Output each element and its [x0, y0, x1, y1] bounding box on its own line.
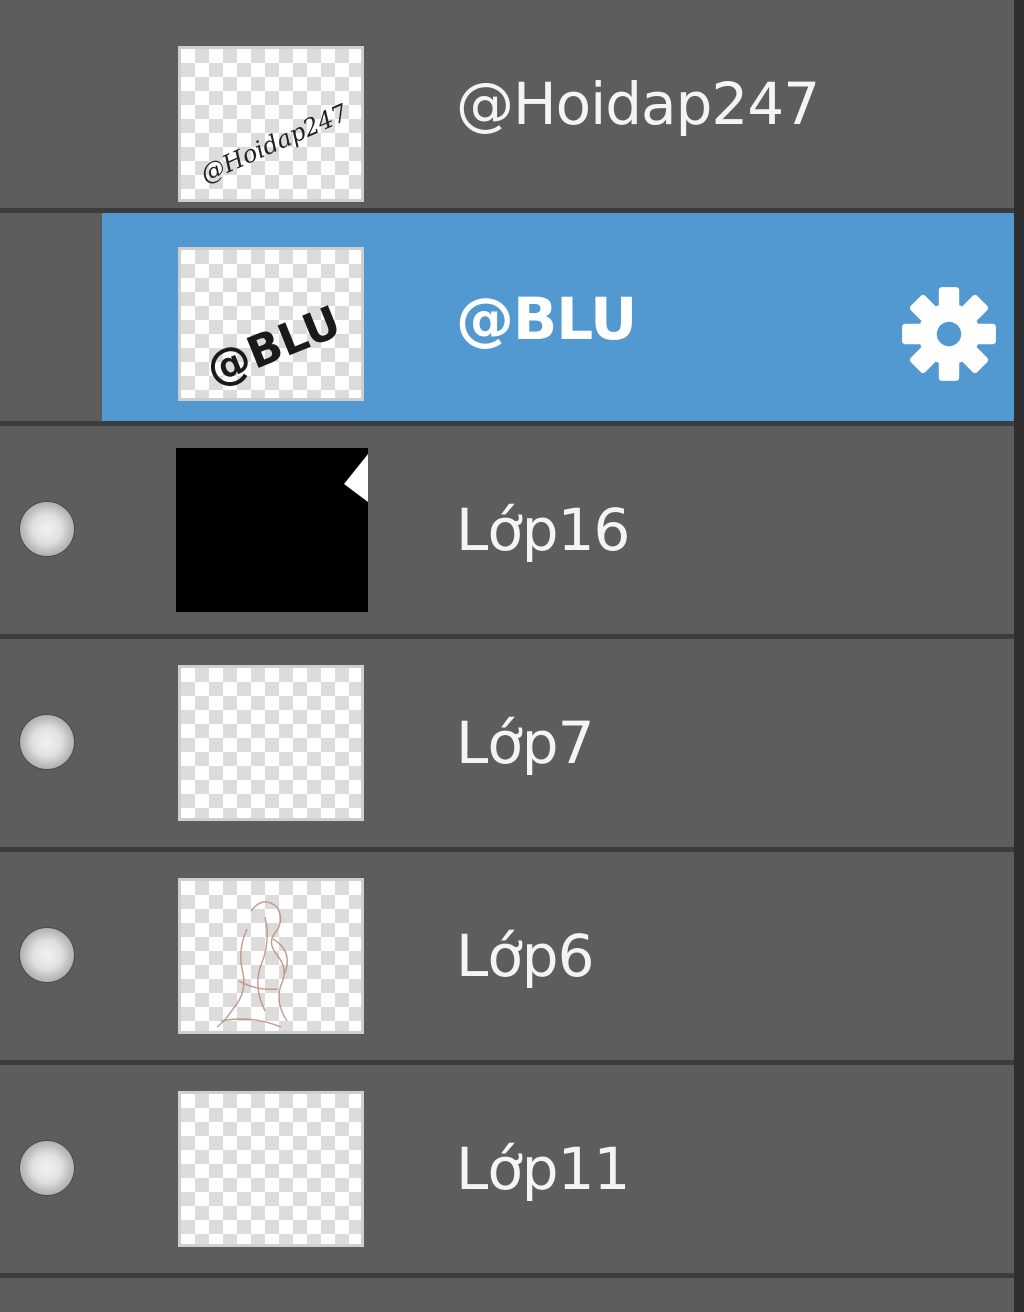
layer-name: Lớp6 — [456, 922, 595, 990]
layer-name: Lớp16 — [456, 496, 630, 564]
visibility-toggle[interactable] — [20, 928, 74, 982]
visibility-toggle[interactable] — [20, 715, 74, 769]
layer-thumbnail: @BLU — [178, 247, 364, 401]
layer-thumbnail — [176, 448, 368, 612]
panel-scrollbar-edge[interactable] — [1014, 0, 1024, 1312]
layer-name: @BLU — [456, 285, 637, 353]
layer-thumbnail — [178, 665, 364, 821]
gear-icon[interactable] — [898, 283, 1000, 385]
layer-row-hoidap247[interactable]: @Hoidap247 @Hoidap247 — [0, 0, 1014, 208]
thumbnail-text-art: @Hoidap247 — [196, 98, 352, 188]
layer-name: Lớp7 — [456, 709, 595, 777]
svg-text:@Hoidap247: @Hoidap247 — [196, 98, 352, 188]
thumbnail-art — [344, 454, 368, 502]
layer-row-lop11[interactable]: Lớp11 — [0, 1065, 1014, 1273]
layer-thumbnail — [178, 1091, 364, 1247]
layer-row-partial[interactable] — [0, 1278, 1014, 1312]
layer-row-lop16[interactable]: Lớp16 — [0, 426, 1014, 634]
layer-row-blu[interactable]: @BLU @BLU — [0, 213, 1014, 421]
layer-thumbnail — [178, 878, 364, 1034]
layer-row-lop7[interactable]: Lớp7 — [0, 639, 1014, 847]
layer-name: @Hoidap247 — [456, 70, 820, 138]
visibility-toggle[interactable] — [20, 1141, 74, 1195]
layer-name: Lớp11 — [456, 1135, 630, 1203]
thumbnail-text-art: @BLU — [199, 296, 348, 396]
layer-thumbnail: @Hoidap247 — [178, 46, 364, 202]
layers-panel: @Hoidap247 @Hoidap247 @BLU @BLU Lớp16 Lớ… — [0, 0, 1014, 1312]
thumbnail-sketch-art — [216, 901, 288, 1028]
visibility-toggle[interactable] — [20, 502, 74, 556]
layer-row-lop6[interactable]: Lớp6 — [0, 852, 1014, 1060]
svg-text:@BLU: @BLU — [199, 296, 348, 396]
